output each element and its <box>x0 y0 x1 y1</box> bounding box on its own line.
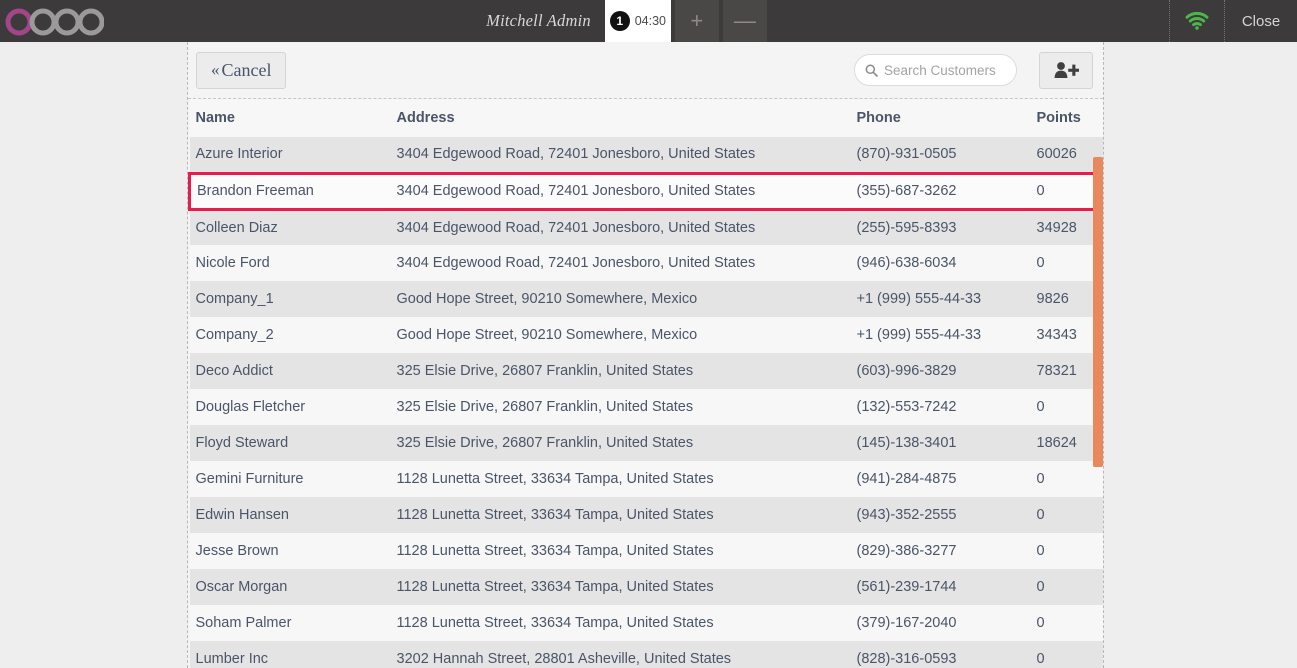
order-tab-active[interactable]: 1 04:30 <box>604 0 671 42</box>
table-row[interactable]: Jesse Brown 1128 Lunetta Street, 33634 Ta… <box>189 533 1103 569</box>
cell-name: Azure Interior <box>195 146 283 163</box>
cell-address: 325 Elsie Drive, 26807 Franklin, United … <box>396 435 694 451</box>
order-tabs: 1 04:30 + — <box>604 0 767 42</box>
add-customer-button[interactable] <box>1039 51 1093 89</box>
odoo-logo[interactable] <box>4 0 104 42</box>
wifi-status[interactable] <box>1169 0 1225 42</box>
table-row[interactable]: Azure Interior 3404 Edgewood Road, 72401 … <box>189 137 1103 173</box>
column-header-name[interactable]: Name <box>189 99 397 137</box>
cell-name: Gemini Furniture <box>195 471 304 487</box>
cell-name: Brandon Freeman <box>188 171 397 211</box>
cell-name: Deco Addict <box>195 363 273 379</box>
table-row[interactable]: Company_1 Good Hope Street, 90210 Somewhe… <box>189 281 1103 317</box>
table-row[interactable]: Brandon Freeman 3404 Edgewood Road, 72401… <box>188 171 1103 211</box>
cell-name: Company_1 <box>195 291 274 307</box>
cell-phone: (379)-167-2040 <box>856 615 957 631</box>
cell-address: Good Hope Street, 90210 Somewhere, Mexic… <box>396 327 698 343</box>
remove-order-button[interactable]: — <box>722 0 767 42</box>
cell-address: 1128 Lunetta Street, 33634 Tampa, United… <box>396 579 714 595</box>
cell-address: 1128 Lunetta Street, 33634 Tampa, United… <box>396 615 714 631</box>
table-row[interactable]: Lumber Inc 3202 Hannah Street, 28801 Ashe… <box>189 641 1103 668</box>
cell-phone: (829)-386-3277 <box>856 543 957 559</box>
table-row[interactable]: Company_2 Good Hope Street, 90210 Somewhe… <box>189 317 1103 353</box>
table-row[interactable]: Nicole Ford 3404 Edgewood Road, 72401 Jon… <box>189 245 1103 281</box>
cell-phone: (870)-931-0505 <box>856 146 957 163</box>
cell-phone: (946)-638-6034 <box>856 255 957 271</box>
cell-name: Edwin Hansen <box>195 507 290 523</box>
cell-name: Nicole Ford <box>195 255 270 271</box>
search-input[interactable] <box>884 62 1004 78</box>
cancel-chevron-icon: « <box>211 60 220 79</box>
cell-address: 3404 Edgewood Road, 72401 Jonesboro, Uni… <box>396 146 756 163</box>
wifi-icon <box>1185 12 1209 30</box>
search-customers-box[interactable] <box>854 54 1017 86</box>
top-bar: Mitchell Admin 1 04:30 + — Close <box>0 0 1297 42</box>
customer-table: Name Address Phone Points Azure Interior… <box>188 99 1103 668</box>
customer-table-body: Azure Interior 3404 Edgewood Road, 72401 … <box>188 137 1103 668</box>
client-list-toolbar: « Cancel <box>188 42 1103 98</box>
table-row[interactable]: Soham Palmer 1128 Lunetta Street, 33634 T… <box>189 605 1103 641</box>
cell-phone: (943)-352-2555 <box>856 507 957 523</box>
cell-points: 0 <box>1036 507 1045 523</box>
client-list-screen: « Cancel Nam <box>187 42 1104 668</box>
cancel-button-label: Cancel <box>221 59 272 80</box>
cell-phone: (828)-316-0593 <box>856 651 957 667</box>
cell-address: 325 Elsie Drive, 26807 Franklin, United … <box>396 399 694 415</box>
cell-address: 3404 Edgewood Road, 72401 Jonesboro, Uni… <box>396 219 756 236</box>
cell-phone: (941)-284-4875 <box>856 471 957 487</box>
column-header-phone[interactable]: Phone <box>856 99 1037 137</box>
table-row[interactable]: Gemini Furniture 1128 Lunetta Street, 336… <box>189 461 1103 497</box>
column-header-address[interactable]: Address <box>396 99 857 137</box>
cell-phone: (145)-138-3401 <box>856 435 957 451</box>
table-row[interactable]: Oscar Morgan 1128 Lunetta Street, 33634 T… <box>189 569 1103 605</box>
search-icon <box>865 64 878 77</box>
cell-address: Good Hope Street, 90210 Somewhere, Mexic… <box>396 291 698 307</box>
close-button[interactable]: Close <box>1225 0 1297 42</box>
table-row[interactable]: Douglas Fletcher 325 Elsie Drive, 26807 F… <box>189 389 1103 425</box>
cell-address: 3404 Edgewood Road, 72401 Jonesboro, Uni… <box>396 255 756 271</box>
add-order-button[interactable]: + <box>674 0 719 42</box>
cell-name: Soham Palmer <box>195 615 292 631</box>
table-row[interactable]: Colleen Diaz 3404 Edgewood Road, 72401 Jo… <box>189 209 1103 245</box>
cell-phone: (561)-239-1744 <box>856 579 957 595</box>
customer-table-head: Name Address Phone Points <box>189 99 1103 137</box>
add-user-icon <box>1054 62 1079 78</box>
table-row[interactable]: Deco Addict 325 Elsie Drive, 26807 Frankl… <box>189 353 1103 389</box>
order-tab-badge: 1 <box>609 11 630 31</box>
order-tab-time: 04:30 <box>634 14 666 28</box>
cell-address: 3202 Hannah Street, 28801 Asheville, Uni… <box>396 651 732 667</box>
cell-phone: +1 (999) 555-44-33 <box>856 291 982 307</box>
cell-name: Oscar Morgan <box>195 579 288 595</box>
cell-points: 0 <box>1036 543 1045 559</box>
cell-phone: (355)-687-3262 <box>856 171 1037 211</box>
odoo-logo-icon <box>5 8 104 36</box>
cell-phone: +1 (999) 555-44-33 <box>856 327 982 343</box>
cell-name: Company_2 <box>195 327 274 343</box>
cell-address: 3404 Edgewood Road, 72401 Jonesboro, Uni… <box>396 171 857 211</box>
cell-name: Jesse Brown <box>195 543 279 559</box>
table-header-row: Name Address Phone Points <box>189 99 1103 137</box>
current-user-label: Mitchell Admin <box>486 11 591 30</box>
cell-address: 1128 Lunetta Street, 33634 Tampa, United… <box>396 507 714 523</box>
cell-name: Colleen Diaz <box>195 219 278 236</box>
cell-points: 0 <box>1036 615 1045 631</box>
table-row[interactable]: Floyd Steward 325 Elsie Drive, 26807 Fran… <box>189 425 1103 461</box>
customer-table-container: Name Address Phone Points Azure Interior… <box>188 98 1103 668</box>
cell-points: 0 <box>1036 579 1045 595</box>
cell-address: 1128 Lunetta Street, 33634 Tampa, United… <box>396 543 714 559</box>
vertical-scrollbar[interactable] <box>1093 157 1103 467</box>
cell-address: 1128 Lunetta Street, 33634 Tampa, United… <box>396 471 714 487</box>
cell-points: 0 <box>1036 651 1045 667</box>
cell-name: Douglas Fletcher <box>195 399 306 415</box>
cell-phone: (255)-595-8393 <box>856 219 957 236</box>
top-bar-tools: Close <box>1169 0 1297 42</box>
column-header-points[interactable]: Points <box>1036 99 1103 137</box>
cell-phone: (603)-996-3829 <box>856 363 957 379</box>
cell-address: 325 Elsie Drive, 26807 Franklin, United … <box>396 363 694 379</box>
table-row[interactable]: Edwin Hansen 1128 Lunetta Street, 33634 T… <box>189 497 1103 533</box>
cell-name: Lumber Inc <box>195 651 269 667</box>
cell-phone: (132)-553-7242 <box>856 399 957 415</box>
cell-name: Floyd Steward <box>195 435 289 451</box>
cancel-button[interactable]: « Cancel <box>196 51 287 89</box>
